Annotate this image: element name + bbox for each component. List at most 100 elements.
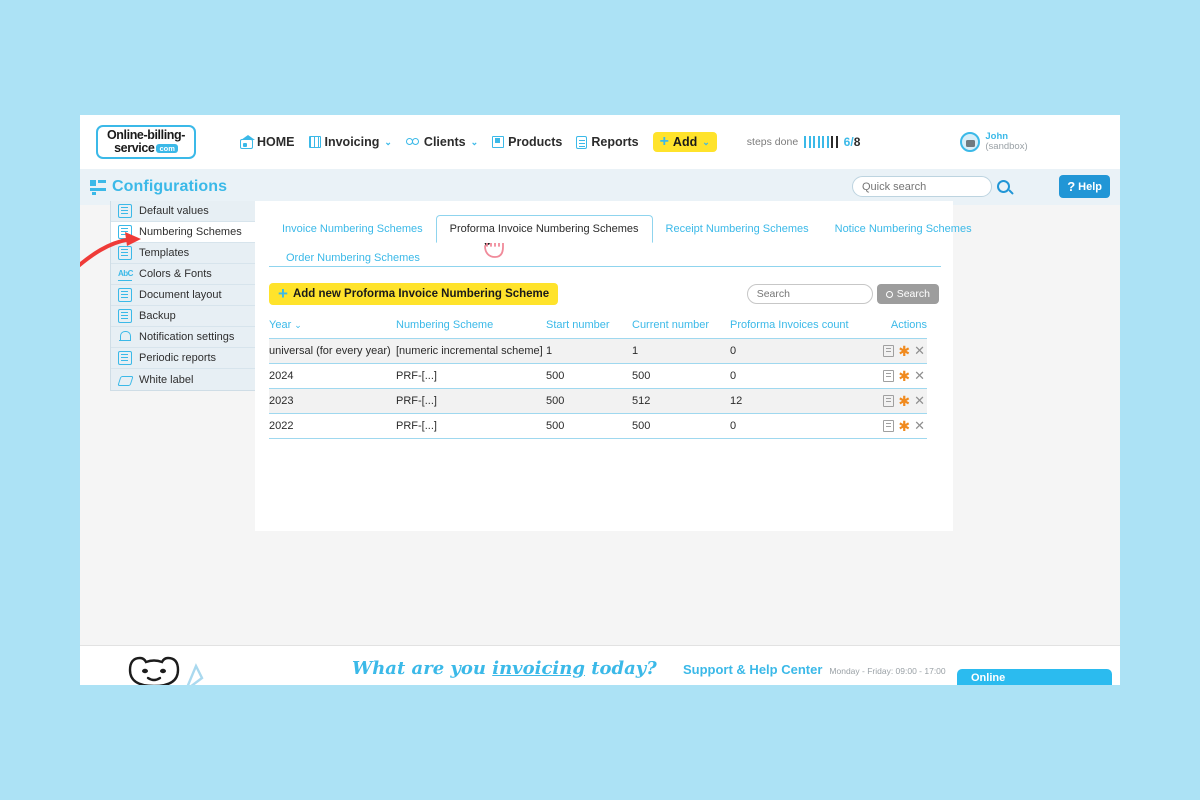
backup-icon	[118, 309, 132, 323]
table-header: Year ⌄ Numbering Scheme Start number Cur…	[269, 319, 927, 339]
cell-actions: ✱✕	[874, 414, 927, 439]
tab-notice-numbering-schemes[interactable]: Notice Numbering Schemes	[822, 216, 985, 242]
column-header-start-number[interactable]: Start number	[546, 319, 632, 339]
document-layout-icon	[118, 288, 132, 302]
chevron-down-icon: ⌄	[384, 137, 392, 148]
default-star-icon[interactable]: ✱	[898, 421, 910, 431]
templates-icon	[118, 246, 132, 260]
plus-icon: +	[278, 288, 288, 300]
sort-chevron-down-icon: ⌄	[294, 320, 302, 330]
delete-icon[interactable]: ✕	[914, 371, 925, 381]
numbering-schemes-table: Year ⌄ Numbering Scheme Start number Cur…	[269, 319, 927, 439]
edit-icon[interactable]	[883, 370, 894, 382]
avatar	[960, 132, 980, 152]
sidebar-item-label: Colors & Fonts	[139, 268, 212, 280]
nav-item-clients[interactable]: Clients ⌄	[406, 135, 478, 149]
default-star-icon[interactable]: ✱	[898, 346, 910, 356]
column-header-numbering-scheme[interactable]: Numbering Scheme	[396, 319, 546, 339]
column-header-year[interactable]: Year ⌄	[269, 319, 396, 339]
steps-done-label: steps done	[747, 136, 798, 148]
nav-item-reports[interactable]: Reports	[576, 135, 638, 149]
content-panel: Invoice Numbering Schemes Proforma Invoi…	[255, 201, 953, 531]
tab-invoice-numbering-schemes[interactable]: Invoice Numbering Schemes	[269, 216, 436, 242]
nav-item-reports-label: Reports	[591, 135, 638, 149]
quick-search-input[interactable]	[852, 176, 992, 197]
support-hours: Monday - Friday: 09:00 - 17:00	[829, 666, 945, 676]
cell-year: 2024	[269, 364, 396, 389]
delete-icon[interactable]: ✕	[914, 396, 925, 406]
default-star-icon[interactable]: ✱	[898, 396, 910, 406]
add-new-scheme-label: Add new Proforma Invoice Numbering Schem…	[293, 288, 549, 300]
edit-icon[interactable]	[883, 420, 894, 432]
white-label-icon	[118, 373, 132, 387]
online-chat-widget[interactable]: Online	[957, 669, 1112, 685]
edit-icon[interactable]	[883, 345, 894, 357]
cell-current-number: 512	[632, 389, 730, 414]
cell-scheme: [numeric incremental scheme]	[396, 339, 546, 364]
logo-tld-badge: com	[156, 144, 177, 154]
tab-order-numbering-schemes[interactable]: Order Numbering Schemes	[273, 248, 433, 268]
magnifier-icon	[886, 291, 893, 298]
default-star-icon[interactable]: ✱	[898, 371, 910, 381]
user-role: (sandbox)	[985, 142, 1027, 152]
nav-item-home[interactable]: HOME	[240, 135, 295, 149]
delete-icon[interactable]: ✕	[914, 421, 925, 431]
user-account-menu[interactable]: John (sandbox)	[960, 132, 1027, 153]
slogan-underlined: invoicing	[492, 658, 585, 679]
cell-actions: ✱✕	[874, 339, 927, 364]
table-row[interactable]: 2024 PRF-[...] 500 500 0 ✱✕	[269, 364, 927, 389]
cell-start-number: 500	[546, 364, 632, 389]
cell-scheme: PRF-[...]	[396, 389, 546, 414]
cell-proforma-invoices-count: 0	[730, 339, 874, 364]
cell-proforma-invoices-count: 0	[730, 414, 874, 439]
notification-settings-icon	[118, 330, 132, 344]
app-logo[interactable]: Online-billing- service com	[96, 125, 196, 159]
table-header-row: Year ⌄ Numbering Scheme Start number Cur…	[269, 319, 927, 339]
edit-icon[interactable]	[883, 395, 894, 407]
cell-current-number: 500	[632, 414, 730, 439]
cell-actions: ✱✕	[874, 364, 927, 389]
cell-current-number: 500	[632, 364, 730, 389]
tab-receipt-numbering-schemes[interactable]: Receipt Numbering Schemes	[653, 216, 822, 242]
nav-item-invoicing-label: Invoicing	[325, 135, 380, 149]
cell-start-number: 500	[546, 414, 632, 439]
tab-row-2: Order Numbering Schemes	[269, 242, 953, 266]
tab-bar: Invoice Numbering Schemes Proforma Invoi…	[255, 201, 953, 267]
logo-service-text: service	[114, 142, 154, 155]
table-toolbar: + Add new Proforma Invoice Numbering Sch…	[269, 283, 939, 305]
section-header: Configurations ? Help	[80, 169, 1120, 205]
steps-progress-bars	[804, 136, 838, 148]
add-new-scheme-button[interactable]: + Add new Proforma Invoice Numbering Sch…	[269, 283, 558, 305]
column-header-current-number[interactable]: Current number	[632, 319, 730, 339]
cell-actions: ✱✕	[874, 389, 927, 414]
support-help-center[interactable]: Support & Help Center Monday - Friday: 0…	[683, 662, 946, 677]
app-window: Online-billing- service com HOME Invoici…	[80, 115, 1120, 685]
tab-row-1: Invoice Numbering Schemes Proforma Invoi…	[269, 215, 953, 242]
clients-icon	[406, 136, 420, 149]
search-icon[interactable]	[997, 180, 1010, 193]
column-header-year-label: Year	[269, 319, 291, 331]
nav-item-invoicing[interactable]: Invoicing ⌄	[309, 135, 392, 149]
help-button[interactable]: ? Help	[1059, 175, 1110, 198]
table-row[interactable]: universal (for every year) [numeric incr…	[269, 339, 927, 364]
page-body: Default values › Numbering Schemes › Tem…	[80, 205, 1120, 657]
tab-proforma-invoice-numbering-schemes[interactable]: Proforma Invoice Numbering Schemes	[436, 215, 653, 243]
table-row[interactable]: 2022 PRF-[...] 500 500 0 ✱✕	[269, 414, 927, 439]
delete-icon[interactable]: ✕	[914, 346, 925, 356]
periodic-reports-icon	[118, 351, 132, 365]
nav-add-button[interactable]: + Add ⌄	[653, 132, 717, 152]
column-header-proforma-invoices-count[interactable]: Proforma Invoices count	[730, 319, 874, 339]
slogan-part-1: What are you	[352, 658, 492, 679]
nav-item-products[interactable]: Products	[492, 135, 562, 149]
search-button[interactable]: Search	[877, 284, 939, 304]
sidebar-item-label: Default values	[139, 205, 209, 217]
steps-fraction-total: 8	[854, 135, 861, 149]
nav-item-clients-label: Clients	[424, 135, 466, 149]
help-button-label: Help	[1078, 181, 1102, 193]
search-input[interactable]	[747, 284, 873, 304]
table-row[interactable]: 2023 PRF-[...] 500 512 12 ✱✕	[269, 389, 927, 414]
question-mark-icon: ?	[1067, 179, 1075, 194]
table-search: Search	[747, 284, 939, 304]
footer-slogan: What are you invoicing today?	[352, 658, 657, 679]
reports-icon	[576, 136, 587, 149]
